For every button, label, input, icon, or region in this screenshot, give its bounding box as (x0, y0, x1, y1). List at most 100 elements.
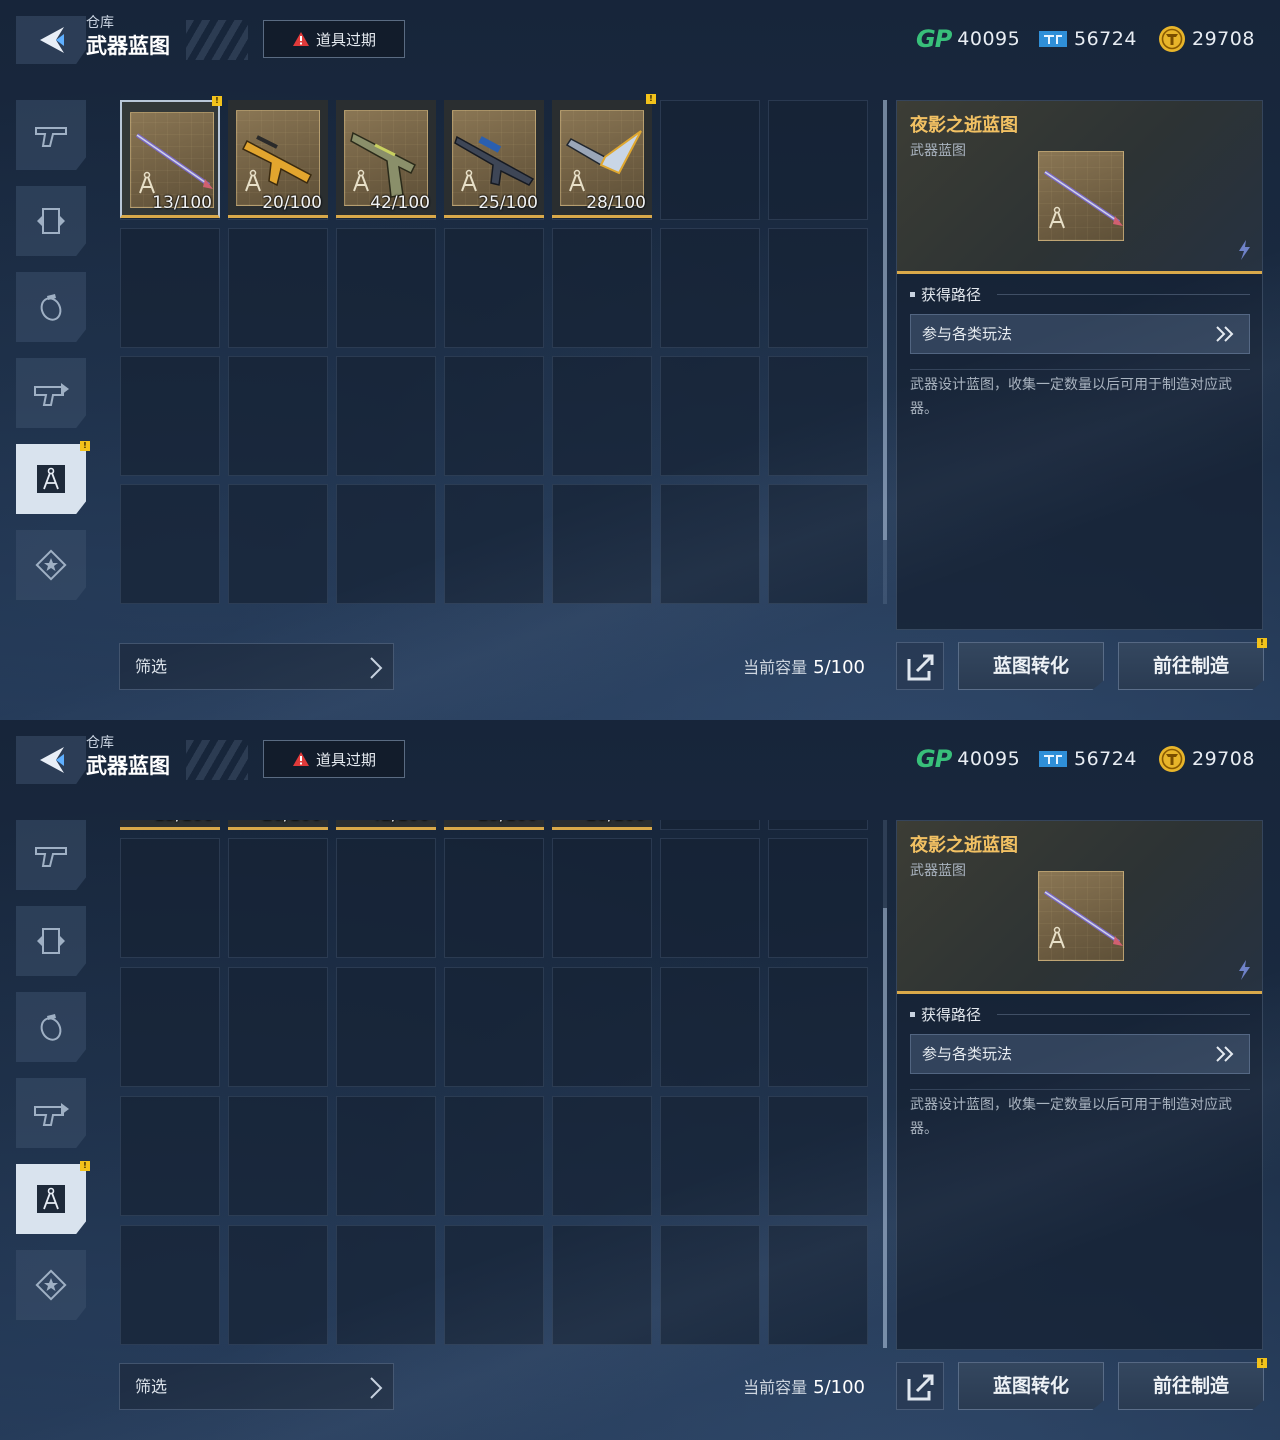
star-emblem-icon (35, 1269, 67, 1301)
gp-currency-value: 40095 (957, 748, 1021, 770)
chevron-right-icon (370, 657, 383, 679)
blueprint-item-2[interactable]: 20/100 (228, 100, 328, 218)
blueprint-item-4[interactable]: 25/100 (444, 100, 544, 218)
sidebar-item-attachments[interactable] (16, 1078, 86, 1148)
grid-slot (660, 838, 760, 958)
ticket-currency-value: 56724 (1074, 28, 1137, 50)
sidebar-item-armor[interactable] (16, 186, 86, 256)
source-button[interactable]: 参与各类玩法 (910, 314, 1250, 354)
detail-header: 夜影之逝蓝图 武器蓝图 (897, 101, 1262, 274)
blueprint-item-art (560, 110, 644, 206)
grid-slot (660, 1225, 760, 1345)
blueprint-compass-icon (37, 1185, 65, 1213)
sidebar-blueprints-badge: ! (80, 441, 90, 451)
grid-scrollbar-thumb[interactable] (883, 908, 887, 1348)
blueprint-item-1[interactable]: 13/100 (120, 820, 220, 830)
grid-slot (768, 1225, 868, 1345)
grid-slot (120, 838, 220, 958)
sidebar-item-throwables[interactable] (16, 992, 86, 1062)
divider (910, 369, 1250, 370)
grid-slot (120, 228, 220, 348)
expired-items-button[interactable]: 道具过期 (263, 740, 405, 778)
lightning-icon (1239, 240, 1250, 260)
back-button[interactable] (16, 16, 86, 64)
grid-slot (336, 1096, 436, 1216)
grid-slot (444, 1096, 544, 1216)
grid-slot (552, 1225, 652, 1345)
coin-currency-icon (1159, 26, 1185, 52)
source-section-label: 获得路径 (910, 284, 981, 305)
grid-slot (552, 228, 652, 348)
sidebar-item-armor[interactable] (16, 906, 86, 976)
sidebar-item-collectibles[interactable] (16, 530, 86, 600)
gp-currency-icon: GP (916, 25, 952, 53)
detail-description: 武器设计蓝图，收集一定数量以后可用于制造对应武器。 (910, 1097, 1232, 1137)
pistol-icon (35, 127, 67, 147)
blueprint-item-5[interactable]: 28/100 ! (552, 94, 656, 218)
blueprint-item-count: 20/100 (262, 193, 322, 213)
grid-slot (120, 484, 220, 604)
divider (997, 294, 1250, 295)
grid-scrollbar-thumb[interactable] (883, 100, 887, 540)
back-button[interactable] (16, 736, 86, 784)
expired-items-button[interactable]: 道具过期 (263, 20, 405, 58)
blueprint-item-count: 28/100 (586, 820, 646, 825)
grid-slot (768, 820, 868, 830)
grid-slot (120, 1225, 220, 1345)
sidebar-item-blueprints[interactable] (16, 1164, 86, 1234)
capacity-label: 当前容量 (743, 658, 808, 677)
sidebar-item-firearms[interactable] (16, 820, 86, 890)
craft-badge: ! (1257, 638, 1267, 648)
source-button-label: 参与各类玩法 (922, 325, 1013, 343)
grid-slot (552, 356, 652, 476)
go-craft-button[interactable]: 前往制造 (1118, 642, 1264, 690)
go-craft-button[interactable]: 前往制造 (1118, 1362, 1264, 1410)
sidebar-item-firearms[interactable] (16, 100, 86, 170)
grid-slot (444, 484, 544, 604)
grid-slot (768, 100, 868, 220)
blueprint-item-4[interactable]: 25/100 (444, 820, 544, 830)
sidebar-item-collectibles[interactable] (16, 1250, 86, 1320)
grid-slot (444, 1225, 544, 1345)
divider (910, 1089, 1250, 1090)
filter-dropdown[interactable]: 筛选 (119, 643, 394, 690)
blueprint-item-art (452, 110, 536, 206)
blueprint-item-art (344, 110, 428, 206)
blueprint-item-count: 28/100 (586, 193, 646, 213)
sidebar-blueprints-badge: ! (80, 1161, 90, 1171)
grid-slot (120, 356, 220, 476)
title-decoration (186, 740, 248, 780)
grid-slot (552, 967, 652, 1087)
spear-weapon-icon (1043, 890, 1123, 949)
sidebar-item-attachments[interactable] (16, 358, 86, 428)
grid-slot (768, 838, 868, 958)
blueprint-convert-button[interactable]: 蓝图转化 (958, 1362, 1104, 1410)
section-label: 仓库 (86, 15, 114, 31)
grid-slot (552, 838, 652, 958)
grid-slot (336, 1225, 436, 1345)
blueprint-item-1[interactable]: 13/100 ! (120, 96, 222, 218)
divider (997, 1014, 1250, 1015)
grid-slot (768, 484, 868, 604)
blueprint-convert-button[interactable]: 蓝图转化 (958, 642, 1104, 690)
sidebar-item-throwables[interactable] (16, 272, 86, 342)
grid-slot (552, 484, 652, 604)
blueprint-item-3[interactable]: 42/100 (336, 820, 436, 830)
filter-label: 筛选 (135, 1377, 168, 1396)
armor-plate-icon (37, 208, 65, 234)
grenade-icon (40, 1014, 62, 1041)
sidebar-item-blueprints[interactable] (16, 444, 86, 514)
share-button[interactable] (896, 642, 944, 690)
blueprint-item-2[interactable]: 20/100 (228, 820, 328, 830)
source-button[interactable]: 参与各类玩法 (910, 1034, 1250, 1074)
new-item-badge: ! (646, 94, 656, 104)
blueprint-item-5[interactable]: 28/100 (552, 820, 652, 830)
filter-dropdown[interactable]: 筛选 (119, 1363, 394, 1410)
share-button[interactable] (896, 1362, 944, 1410)
grid-slot (228, 484, 328, 604)
grid-slot (120, 1096, 220, 1216)
grid-slot (228, 967, 328, 1087)
double-chevron-right-icon (1216, 326, 1234, 342)
blueprint-item-3[interactable]: 42/100 (336, 100, 436, 218)
detail-header: 夜影之逝蓝图 武器蓝图 (897, 821, 1262, 994)
